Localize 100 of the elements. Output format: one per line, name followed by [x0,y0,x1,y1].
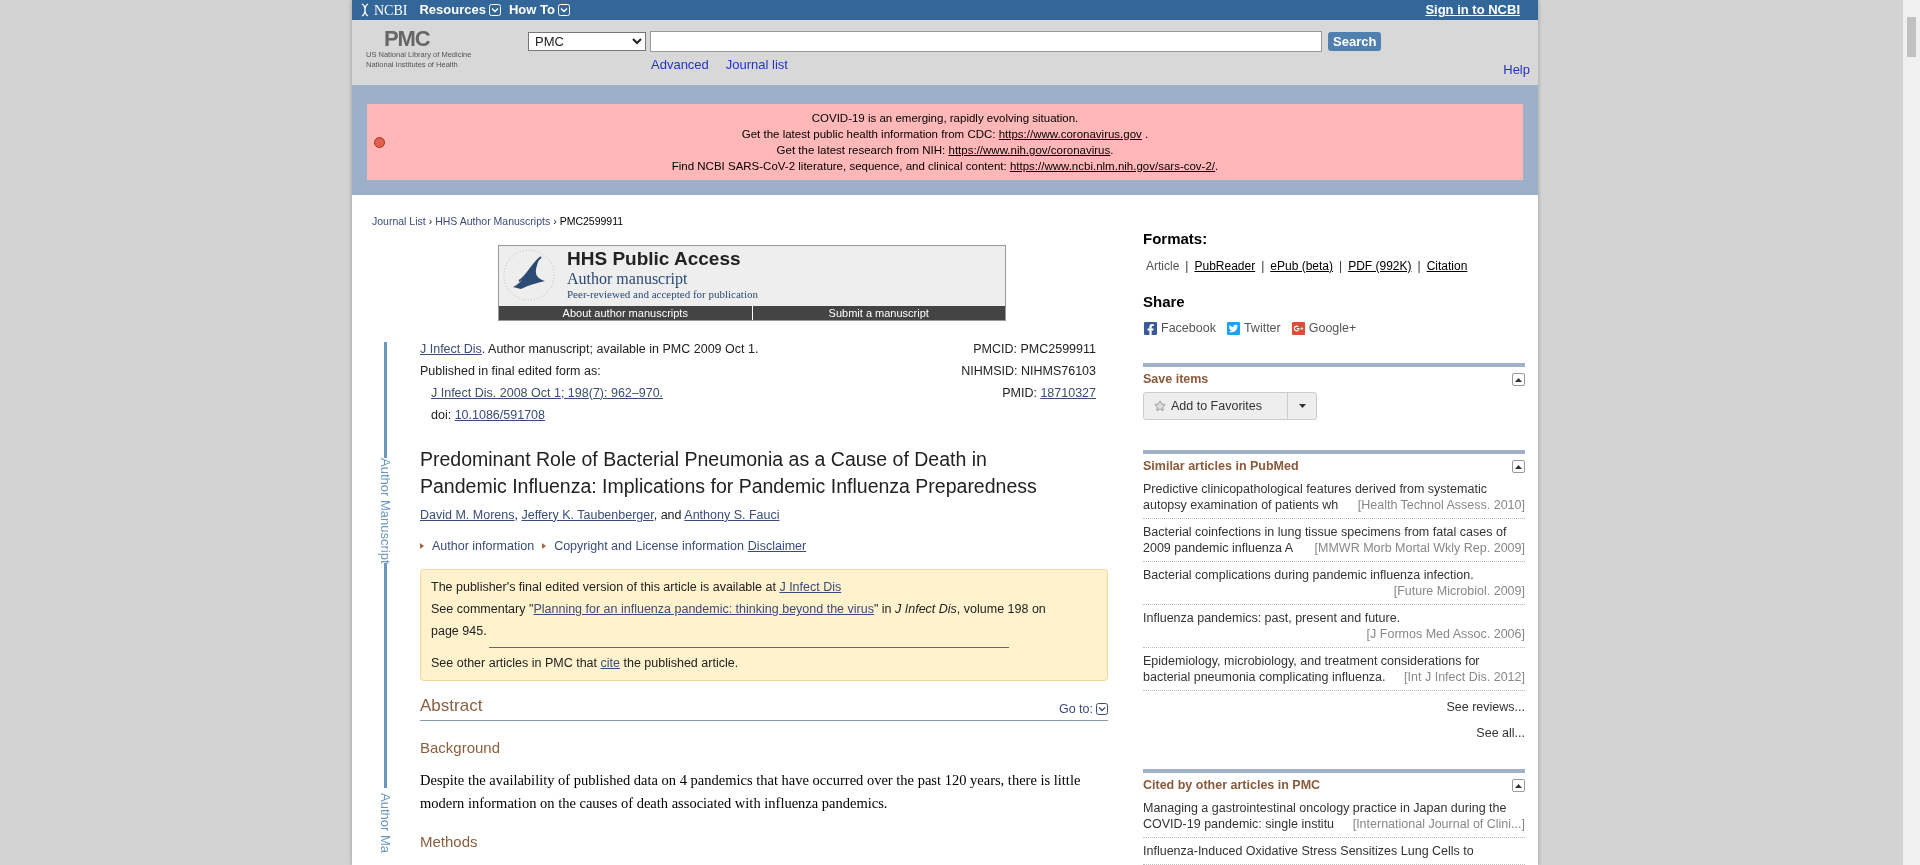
alert-link[interactable]: https://www.ncbi.nlm.nih.gov/sars-cov-2/ [1009,160,1216,172]
notice-link[interactable]: J Infect Dis [779,580,842,595]
see-more-link[interactable]: See reviews... [1446,698,1525,717]
chevron-down-icon [488,4,501,16]
helix-logo-icon [360,3,370,17]
section-heading: Abstract [420,695,483,718]
format-separator: | [1185,257,1189,275]
banner-link[interactable]: Submit a manuscript [751,305,1005,320]
google-plus-icon [1290,320,1306,336]
caret-down-icon [1298,403,1306,408]
notice-text: See commentary "Planning for an influenza pandemic: thinking beyond the virus" in J Infect Dis, volume 198 on page 945. [431,601,1047,641]
header-link[interactable]: Advanced [651,55,709,75]
alert-text: Get the latest public health information from CDC: https://www.coronavirus.gov . [741,127,1149,142]
caret-up-icon [1515,464,1522,469]
hhs-title: HHS Public Access [567,247,742,270]
scrollbar[interactable] [1903,0,1920,865]
sign-in-link[interactable]: Sign in to NCBI [1425,0,1520,20]
source-link[interactable]: 10.1086/591708 [454,407,545,422]
similar-article-link[interactable]: Bacterial complications during pandemic influenza infection. [Future Microbiol. 2009] [1143,562,1525,606]
format-link[interactable]: ePub (beta) [1270,256,1334,275]
subsection-heading: Background [420,737,502,758]
star-icon [1154,399,1166,412]
panel-heading: Cited by other articles in PMC [1143,777,1321,795]
caret-up-icon [1515,377,1522,382]
help-link[interactable]: Help [1503,59,1530,79]
article-id: PMID: 18710327 [1002,384,1096,402]
citation-text: J Infect Dis. Author manuscript; available in PMC 2009 Oct 1. [420,340,759,358]
twitter-icon [1225,320,1241,336]
notice-text: The publisher's final edited version of this article is available at J Infect Dis [431,579,843,597]
citation-text: Published in final edited form as: [420,362,601,380]
format-link[interactable]: PDF (992K) [1348,256,1412,275]
alert-icon [374,136,385,148]
menu-button[interactable]: How To [508,0,570,20]
notice-link[interactable]: Planning for an influenza pandemic: thinking beyond the virus [533,602,874,617]
scrollbar-thumb[interactable] [1907,17,1916,57]
breadcrumb-separator: › [553,214,557,229]
pmc-logo: PMC [383,28,431,50]
see-more-link[interactable]: See all... [1476,723,1525,743]
chevron-down-icon [1096,703,1108,716]
triangle-right-icon [542,542,547,549]
citation-text: doi: 10.1086/591708 [430,406,545,424]
similar-article-link[interactable]: Bacterial coinfections in lung tissue specimens from fatal cases of 2009 pandemic influenza A [MMWR Morb Mortal Wkly Rep. 2009] [1143,519,1525,563]
disclaimer-link[interactable]: Disclaimer [747,536,807,556]
hhs-subtitle: Author manuscript [567,269,689,287]
ncbi-logo-text: NCBI [374,1,408,20]
notice-text: See other articles in PMC that cite the published article. [431,655,740,673]
collapse-button[interactable] [1512,373,1525,387]
author-link[interactable]: Anthony S. Fauci [684,507,780,522]
similar-article-link[interactable]: Influenza pandemics: past, present and future. [J Formos Med Assoc. 2006] [1143,605,1525,649]
article-id: PMCID: PMC2599911 [973,340,1096,358]
source-link[interactable]: J Infect Dis [420,341,482,356]
notice-link[interactable]: cite [600,656,620,671]
search-button[interactable]: Search [1328,32,1382,51]
cited-article-link[interactable]: Managing a gastrointestinal oncology practice in Japan during the COVID-19 pandemic: single institu [International Journal of Clini...] [1143,795,1525,838]
similar-article-link[interactable]: Epidemiology, microbiology, and treatment considerations for bacterial pneumonia complicating influenza. [Int J Infect Dis. 2012] [1143,648,1525,692]
goto-button[interactable]: Go to: [1058,700,1108,719]
share-link[interactable]: Facebook [1143,319,1216,338]
banner-link[interactable]: About author manuscripts [499,305,752,320]
format-separator: | [1339,257,1343,275]
cited-article-link[interactable]: Influenza-Induced Oxidative Stress Sensitizes Lung Cells to [1143,838,1525,865]
panel-heading: Save items [1143,371,1209,389]
collapse-button[interactable] [1512,460,1525,474]
breadcrumb-current: PMC2599911 [559,214,624,229]
triangle-right-icon [420,542,424,549]
info-toggle[interactable]: Copyright and License information [542,536,744,556]
author-list: David M. Morens, Jeffery K. Taubenberger, and Anthony S. Fauci [420,505,780,525]
facebook-icon [1143,320,1158,336]
header-link[interactable]: Journal list [725,55,788,75]
format-link[interactable]: Article [1146,256,1180,275]
caret-up-icon [1515,783,1522,788]
breadcrumb-link[interactable]: Journal List [372,214,426,230]
alert-text: COVID-19 is an emerging, rapidly evolving situation. [811,111,1079,126]
panel-heading: Similar articles in PubMed [1143,458,1299,476]
breadcrumb-link[interactable]: HHS Author Manuscripts [435,214,551,230]
breadcrumb-separator: › [428,214,433,229]
article-id: NIHMSID: NIHMS76103 [961,362,1096,380]
pmid-link[interactable]: 18710327 [1040,385,1096,400]
alert-link[interactable]: https://www.coronavirus.gov [998,128,1142,140]
info-toggle[interactable]: Author information [420,536,535,556]
alert-text: Find NCBI SARS-CoV-2 literature, sequence, and clinical content: https://www.ncbi.nlm.nih.gov/sars-cov-2/. [671,159,1219,174]
add-to-favorites-button[interactable]: Add to Favorites [1144,393,1288,419]
share-link[interactable]: Google+ [1290,319,1357,338]
chevron-down-icon [557,4,570,16]
article-title: Predominant Role of Bacterial Pneumonia as a Cause of Death in Pandemic Influenza: Implications for Pandemic Influenza Preparedness [420,446,1038,499]
source-link[interactable]: J Infect Dis. 2008 Oct 1; 198(7): 962–970. [431,385,664,400]
format-link[interactable]: Citation [1426,256,1468,275]
format-separator: | [1261,257,1265,275]
share-link[interactable]: Twitter [1225,319,1281,338]
similar-article-link[interactable]: Predictive clinicopathological features derived from systematic autopsy examination of patients wh [Health Technol Assess. 2010] [1143,476,1525,520]
author-link[interactable]: Jeffery K. Taubenberger [521,507,654,522]
database-select[interactable]: PMC [528,32,646,51]
collapse-button[interactable] [1512,779,1525,793]
formats-heading: Formats: [1143,229,1209,249]
side-label: Author Manuscript [376,457,394,564]
share-heading: Share [1143,291,1186,312]
menu-button[interactable]: Resources [419,0,501,20]
subsection-heading: Methods [420,832,479,853]
alert-text: Get the latest research from NIH: https://www.nih.gov/coronavirus. [776,143,1114,158]
format-link[interactable]: PubReader [1194,256,1256,275]
search-field[interactable] [650,31,1322,52]
